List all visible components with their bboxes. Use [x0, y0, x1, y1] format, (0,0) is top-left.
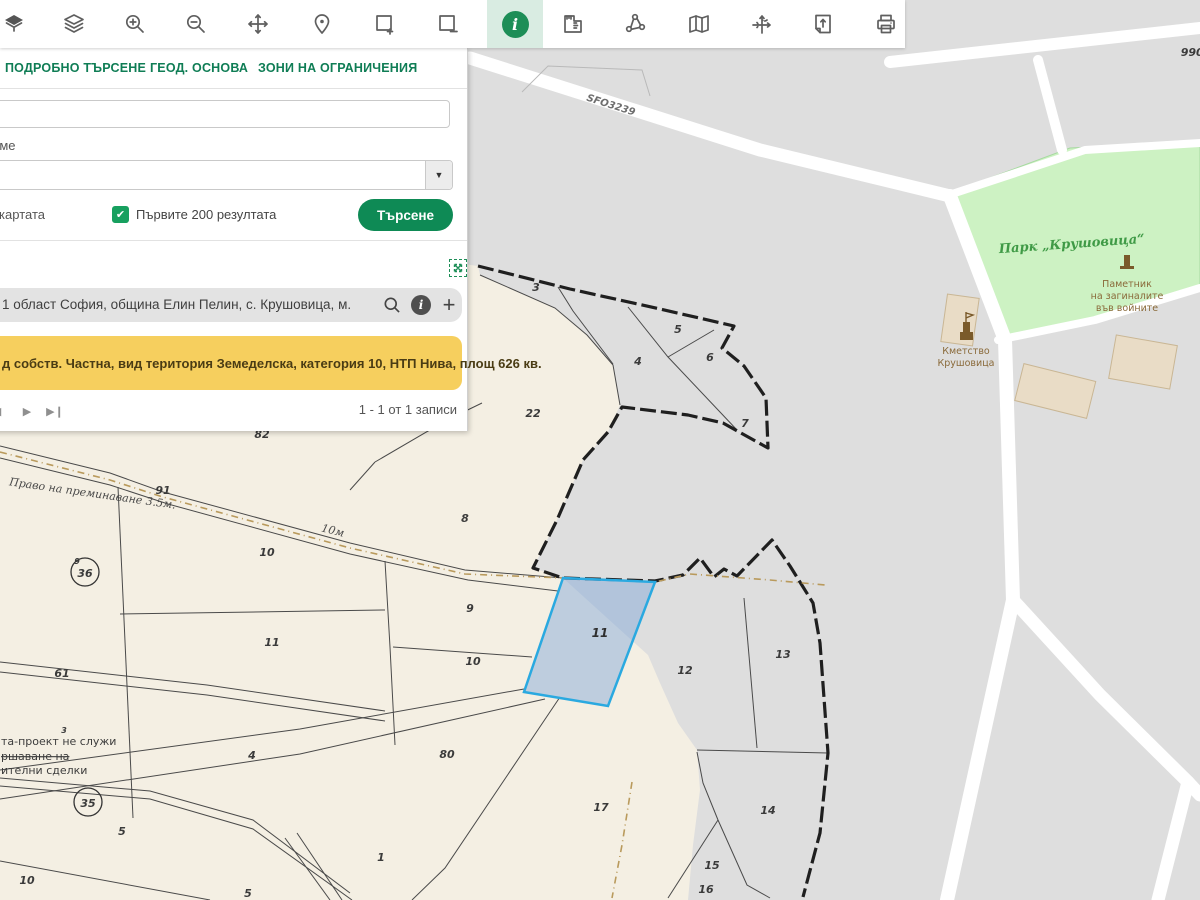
svg-text:22: 22	[525, 407, 541, 420]
results-limit-checkbox[interactable]: ✔	[112, 206, 129, 223]
info-tool-active[interactable]: i	[487, 0, 543, 48]
svg-text:16: 16	[698, 883, 714, 896]
layers-icon[interactable]	[54, 0, 94, 48]
svg-text:10: 10	[19, 874, 35, 887]
chevron-down-icon[interactable]: ▼	[425, 161, 452, 189]
search-button[interactable]: Търсене	[358, 199, 453, 231]
svg-text:17: 17	[593, 801, 609, 814]
svg-text:5: 5	[674, 323, 682, 336]
tab-geodetic-basis[interactable]: ГЕОД. ОСНОВА	[150, 48, 248, 88]
select-area-add-icon[interactable]	[365, 0, 405, 48]
search-panel: ПОДРОБНО ТЪРСЕНЕ ГЕОД. ОСНОВА ЗОНИ НА ОГ…	[0, 48, 468, 431]
result-row-detail[interactable]: д собств. Частна, вид територия Земеделс…	[0, 336, 462, 390]
svg-text:на загиналите: на загиналите	[1091, 291, 1164, 302]
svg-text:9: 9	[466, 602, 474, 615]
svg-text:91: 91	[155, 484, 170, 497]
svg-text:1: 1	[377, 851, 385, 864]
export-icon[interactable]	[803, 0, 843, 48]
svg-text:36: 36	[77, 567, 93, 580]
map-toolbar: i	[0, 0, 905, 48]
tab-restriction-zones[interactable]: ЗОНИ НА ОГРАНИЧЕНИЯ	[258, 48, 417, 88]
svg-text:във войните: във войните	[1096, 303, 1158, 314]
svg-text:3: 3	[532, 281, 540, 294]
svg-text:7: 7	[741, 417, 749, 430]
svg-text:Крушовица: Крушовица	[938, 358, 995, 369]
result-location-text: 1 област София, община Елин Пелин, с. Кр…	[2, 288, 351, 322]
last-page-icon[interactable]: ▶❙	[46, 402, 64, 420]
svg-text:8: 8	[461, 512, 469, 525]
result-detail-text: д собств. Частна, вид територия Земеделс…	[2, 356, 542, 371]
zoom-out-icon[interactable]	[176, 0, 216, 48]
svg-text:6: 6	[706, 351, 714, 364]
results-limit-label: Първите 200 резултата	[136, 207, 276, 222]
pan-icon[interactable]	[238, 0, 278, 48]
svg-text:11: 11	[264, 636, 279, 649]
coordinate-grid-icon[interactable]	[742, 0, 782, 48]
svg-text:4: 4	[633, 355, 642, 368]
pagination: ❙◀ ◀ ▶ ▶❙ 1 - 1 от 1 записи	[0, 398, 462, 424]
search-result-icon[interactable]	[380, 293, 404, 317]
divider	[0, 88, 467, 89]
map-sheet-icon[interactable]	[679, 0, 719, 48]
svg-text:35: 35	[80, 797, 96, 810]
pagination-text: 1 - 1 от 1 записи	[359, 402, 457, 417]
zoom-in-icon[interactable]	[115, 0, 155, 48]
divider	[0, 240, 467, 241]
svg-text:ителни сделки: ителни сделки	[1, 764, 87, 777]
svg-text:ршаване на: ршаване на	[1, 750, 69, 763]
prev-page-icon[interactable]: ◀	[0, 402, 6, 420]
topology-icon[interactable]	[615, 0, 655, 48]
result-info-icon[interactable]: i	[409, 293, 433, 317]
svg-text:Кметство: Кметство	[942, 346, 990, 357]
town-hall-label: Кметство Крушовица	[938, 346, 995, 369]
svg-text:Паметник: Паметник	[1102, 279, 1152, 290]
svg-text:13: 13	[775, 648, 791, 661]
expand-results-icon[interactable]	[449, 259, 467, 277]
svg-text:4: 4	[247, 749, 256, 762]
select-area-remove-icon[interactable]	[428, 0, 468, 48]
result-row-header[interactable]: 1 област София, община Елин Пелин, с. Кр…	[0, 288, 462, 322]
area-label: 9901	[1181, 46, 1200, 59]
svg-text:3: 3	[61, 726, 67, 735]
name-field-label: Име	[0, 138, 16, 153]
svg-text:15: 15	[704, 859, 720, 872]
location-pin-icon[interactable]	[302, 0, 342, 48]
svg-text:12: 12	[677, 664, 693, 677]
name-select[interactable]: ▼	[0, 160, 453, 190]
svg-text:5: 5	[244, 887, 252, 900]
svg-text:9: 9	[74, 557, 80, 566]
selected-parcel-label: 11	[592, 626, 609, 640]
identifier-input[interactable]	[0, 100, 450, 128]
info-icon: i	[502, 11, 529, 38]
cadastre-map-app: { "toolbar": { "icons": ["basemap","laye…	[0, 0, 1200, 900]
measure-icon[interactable]	[553, 0, 593, 48]
print-icon[interactable]	[866, 0, 906, 48]
svg-text:61: 61	[54, 667, 69, 680]
map-only-label: Само в картата	[0, 207, 45, 222]
result-add-icon[interactable]: +	[437, 293, 461, 317]
svg-text:10: 10	[465, 655, 481, 668]
basemap-icon[interactable]	[0, 0, 34, 48]
svg-text:5: 5	[118, 825, 126, 838]
svg-text:та-проект не служи: та-проект не служи	[1, 735, 116, 748]
svg-text:10: 10	[259, 546, 275, 559]
svg-text:14: 14	[760, 804, 775, 817]
next-page-icon[interactable]: ▶	[18, 402, 36, 420]
tab-detailed-search[interactable]: ПОДРОБНО ТЪРСЕНЕ	[5, 48, 146, 88]
svg-text:80: 80	[439, 748, 455, 761]
